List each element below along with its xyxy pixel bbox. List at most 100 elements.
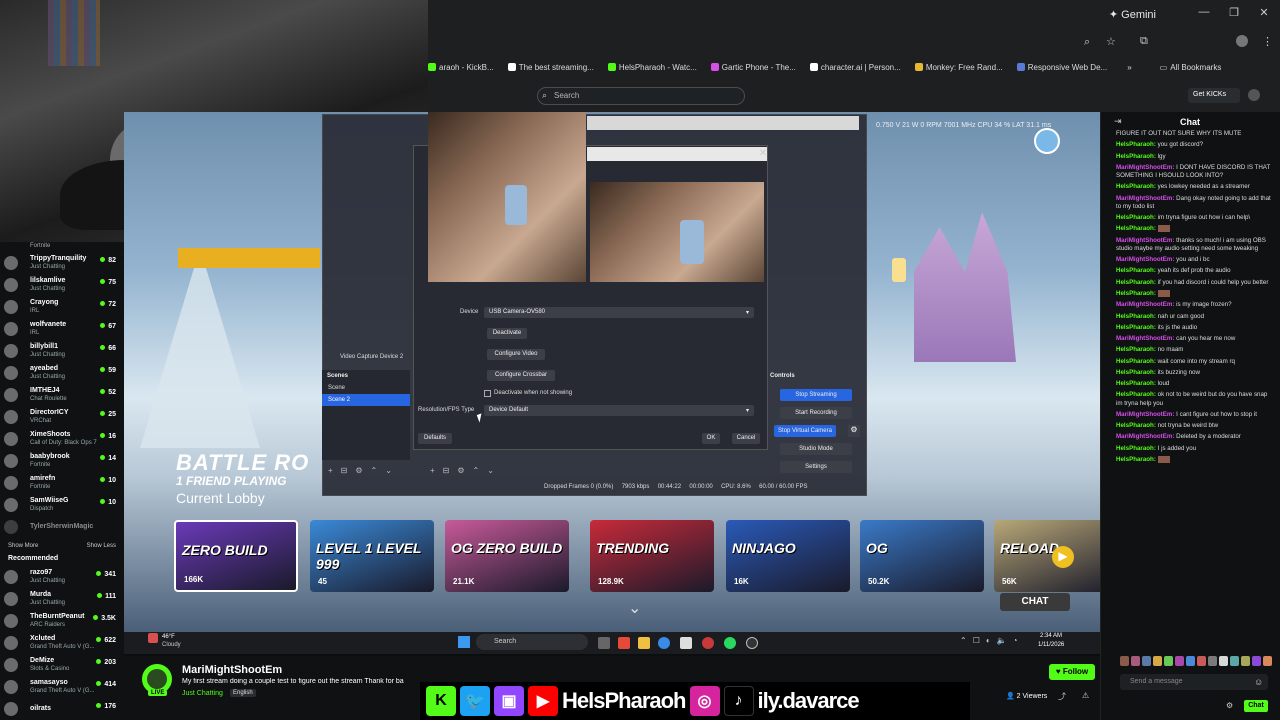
chat-send-button[interactable]: Chat xyxy=(1244,700,1268,712)
virtual-camera-settings-icon[interactable]: ⚙ xyxy=(848,425,860,437)
studio-mode-button[interactable]: Studio Mode xyxy=(780,443,852,455)
close-icon[interactable]: ✕ xyxy=(1254,6,1274,22)
get-kicks-button[interactable]: Get KICKs xyxy=(1188,88,1240,103)
emote-button[interactable] xyxy=(1142,656,1151,666)
channel-row[interactable]: billybill1 Just Chatting 66 xyxy=(4,340,120,362)
emote-button[interactable] xyxy=(1197,656,1206,666)
game-mode-tile[interactable]: NINJAGO 16K xyxy=(726,520,850,592)
profile-avatar[interactable] xyxy=(1236,35,1248,47)
start-recording-button[interactable]: Start Recording xyxy=(780,407,852,419)
channel-row[interactable]: SamWiiseG Dispatch 10 xyxy=(4,494,120,516)
scene-item[interactable]: Scene xyxy=(322,382,410,394)
game-mode-tile[interactable]: TRENDING 128.9K xyxy=(590,520,714,592)
game-mode-tile[interactable]: OG 50.2K xyxy=(860,520,984,592)
game-mode-tile[interactable]: ZERO BUILD 166K xyxy=(174,520,298,592)
stream-category[interactable]: Just Chatting xyxy=(182,690,223,697)
obs-icon[interactable] xyxy=(746,637,758,649)
bookmark-item[interactable]: character.ai | Person... xyxy=(809,63,901,72)
game-mode-tile[interactable]: LEVEL 1 LEVEL 999 45 xyxy=(310,520,434,592)
emote-button[interactable] xyxy=(1252,656,1261,666)
chat-username[interactable]: HelsPharaoh: xyxy=(1116,214,1156,221)
cancel-button[interactable]: Cancel xyxy=(732,433,760,444)
deactivate-button[interactable]: Deactivate xyxy=(487,328,527,339)
maximize-icon[interactable]: ❐ xyxy=(1224,6,1244,22)
chat-username[interactable]: MariMightShootEm: xyxy=(1116,301,1174,308)
channel-row[interactable]: wolfvanete IRL 67 xyxy=(4,318,120,340)
resolution-select[interactable]: Device Default ▾ xyxy=(484,405,754,416)
next-arrow-icon[interactable]: ▶ xyxy=(1052,546,1074,568)
show-less-link[interactable]: Show Less xyxy=(87,543,116,549)
chat-username[interactable]: HelsPharaoh: xyxy=(1116,290,1156,297)
source-toolbar-icons[interactable]: +⊟⚙⌃⌄ xyxy=(430,466,502,475)
spotify-icon[interactable] xyxy=(724,637,736,649)
app-icon[interactable] xyxy=(618,637,630,649)
emote-button[interactable] xyxy=(1241,656,1250,666)
device-select[interactable]: USB Camera-OV580 ▾ xyxy=(484,307,754,318)
chat-username[interactable]: HelsPharaoh: xyxy=(1116,358,1156,365)
channel-row[interactable]: TrippyTranquility Just Chatting 82 xyxy=(4,252,120,274)
all-bookmarks[interactable]: ▭ All Bookmarks xyxy=(1160,63,1222,72)
chat-username[interactable]: MariMightShootEm: xyxy=(1116,411,1174,418)
channel-row[interactable]: amirefn Fortnite 10 xyxy=(4,472,120,494)
user-avatar[interactable] xyxy=(1248,89,1260,101)
chrome-icon[interactable] xyxy=(702,637,714,649)
channel-row[interactable]: Crayong IRL 72 xyxy=(4,296,120,318)
emote-button[interactable] xyxy=(1186,656,1195,666)
chat-settings-icon[interactable]: ⚙ xyxy=(1226,701,1233,710)
emote-button[interactable] xyxy=(1120,656,1129,666)
channel-row[interactable]: oilrats 176 xyxy=(4,698,120,720)
task-view-icon[interactable] xyxy=(598,637,610,649)
channel-row[interactable]: samasayso Grand Theft Auto V (G... 414 xyxy=(4,676,120,698)
channel-row[interactable]: XimeShoots Call of Duty: Black Ops 7 16 xyxy=(4,428,120,450)
streamer-name[interactable]: MariMightShootEm xyxy=(182,664,282,676)
emote-button[interactable] xyxy=(1164,656,1173,666)
chat-username[interactable]: HelsPharaoh: xyxy=(1116,456,1156,463)
chat-username[interactable]: HelsPharaoh: xyxy=(1116,313,1156,320)
chat-username[interactable]: HelsPharaoh: xyxy=(1116,153,1156,160)
emote-button[interactable] xyxy=(1153,656,1162,666)
minimize-icon[interactable]: — xyxy=(1194,6,1214,22)
chat-username[interactable]: HelsPharaoh: xyxy=(1116,346,1156,353)
emote-button[interactable] xyxy=(1263,656,1272,666)
defaults-button[interactable]: Defaults xyxy=(418,433,452,444)
bookmark-item[interactable]: Gartic Phone - The... xyxy=(710,63,796,72)
configure-video-button[interactable]: Configure Video xyxy=(487,349,545,360)
emote-button[interactable] xyxy=(1175,656,1184,666)
chat-username[interactable]: HelsPharaoh: xyxy=(1116,225,1156,232)
chat-input[interactable]: Send a message xyxy=(1120,674,1268,690)
emote-button[interactable] xyxy=(1219,656,1228,666)
chat-username[interactable]: HelsPharaoh: xyxy=(1116,324,1156,331)
bookmark-item[interactable]: The best streaming... xyxy=(507,63,594,72)
emoji-icon[interactable]: ☺ xyxy=(1254,677,1263,687)
channel-row[interactable]: razo97 Just Chatting 341 xyxy=(4,566,120,588)
game-mode-tile[interactable]: OG ZERO BUILD 21.1K xyxy=(445,520,569,592)
taskbar-search[interactable]: Search xyxy=(476,634,588,650)
file-explorer-icon[interactable] xyxy=(638,637,650,649)
extensions-icon[interactable]: ⧉ xyxy=(1140,35,1148,48)
emote-button[interactable] xyxy=(1208,656,1217,666)
scene-toolbar-icons[interactable]: +⊟⚙⌃⌄ xyxy=(328,466,400,475)
windows-start-icon[interactable] xyxy=(458,636,470,648)
chat-username[interactable]: HelsPharaoh: xyxy=(1116,183,1156,190)
site-search-input[interactable]: Search xyxy=(537,87,745,105)
chevron-down-icon[interactable]: ⌄ xyxy=(628,598,641,618)
chat-username[interactable]: HelsPharaoh: xyxy=(1116,391,1156,398)
dialog-close-icon[interactable]: ✕ xyxy=(756,148,770,160)
channel-row[interactable]: DirectorICY VRChat 25 xyxy=(4,406,120,428)
bookmark-star-icon[interactable]: ☆ xyxy=(1106,35,1116,48)
share-icon[interactable]: ⤴ xyxy=(1058,691,1066,702)
chat-username[interactable]: HelsPharaoh: xyxy=(1116,279,1156,286)
bookmark-item[interactable]: Responsive Web De... xyxy=(1016,63,1107,72)
ok-button[interactable]: OK xyxy=(702,433,720,444)
store-icon[interactable] xyxy=(680,637,692,649)
language-tag[interactable]: English xyxy=(230,689,256,697)
channel-row[interactable]: ayeabed Just Chatting 59 xyxy=(4,362,120,384)
follow-button[interactable]: ♥ Follow xyxy=(1049,664,1095,680)
channel-row[interactable]: TheBurntPeanut ARC Raiders 3.5K xyxy=(4,610,120,632)
deactivate-checkbox[interactable] xyxy=(484,390,491,397)
chat-username[interactable]: MariMightShootEm: xyxy=(1116,164,1174,171)
chevron-right-icon[interactable]: » xyxy=(1127,63,1131,72)
bookmark-item[interactable]: HelsPharaoh - Watc... xyxy=(607,63,697,72)
chat-username[interactable]: HelsPharaoh: xyxy=(1116,369,1156,376)
chat-username[interactable]: HelsPharaoh: xyxy=(1116,141,1156,148)
